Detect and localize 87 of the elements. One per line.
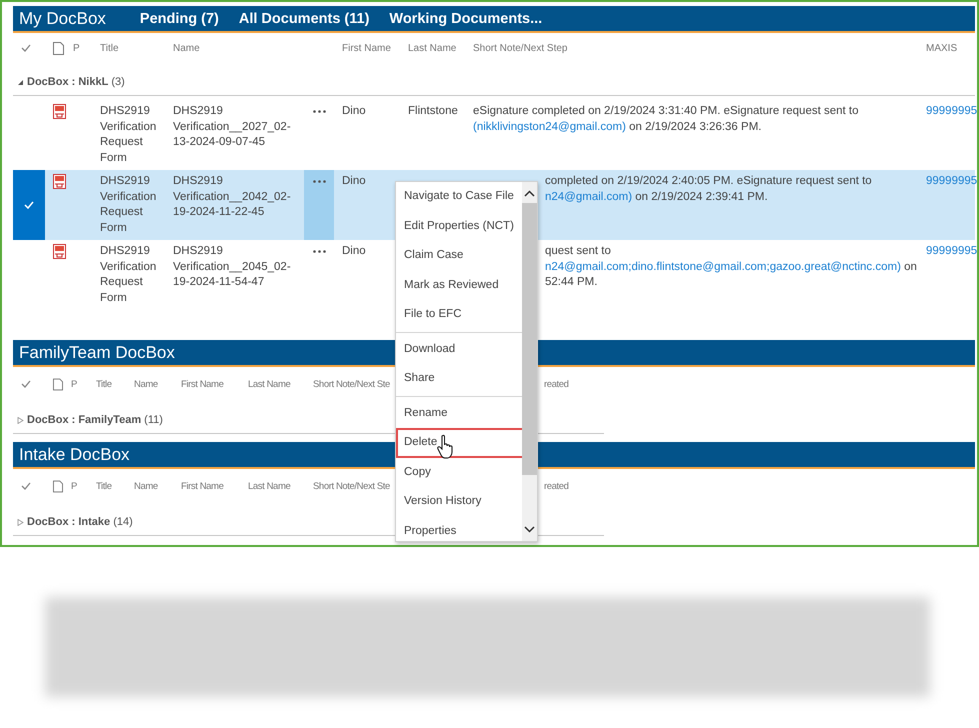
document-name[interactable]: DHS2919 Verification__2045_02-19-2024-11-54-47 [173, 244, 304, 290]
menu-item[interactable]: Mark as Reviewed [396, 270, 522, 300]
document-icon [53, 480, 63, 492]
section-title: Intake DocBox [19, 444, 130, 464]
menu-item[interactable]: Claim Case [396, 241, 522, 270]
view-link[interactable]: Pending (7) [140, 10, 219, 26]
menu-item[interactable]: Copy [396, 458, 522, 487]
column-header[interactable]: Title [96, 378, 112, 390]
menu-item[interactable]: Navigate to Case File [396, 182, 522, 212]
note-text: quest sent to [545, 245, 611, 257]
first-name: Dino [342, 174, 367, 189]
scroll-up-icon[interactable] [524, 190, 535, 197]
note-text: on [903, 260, 917, 272]
column-header[interactable]: P [73, 42, 80, 54]
menu-item[interactable]: Rename [396, 398, 522, 428]
column-header[interactable]: Last Name [408, 42, 456, 54]
more-options-button[interactable] [304, 170, 334, 240]
menu-item[interactable]: Properties [396, 516, 522, 546]
maxis-link[interactable]: 99999995 [926, 245, 978, 257]
email-link[interactable]: (nikklivingston24@gmail.com) [473, 120, 626, 132]
column-header[interactable]: Title [96, 480, 112, 492]
document-icon [53, 42, 64, 54]
view-link[interactable]: All Documents (11) [238, 10, 370, 26]
menu-item[interactable]: Edit Properties (NCT) [396, 212, 522, 241]
checkmark-icon [21, 380, 31, 388]
email-link[interactable]: n24@gmail.com;dino.flintstone@gmail.com;gazoo.great@nctinc.com) [545, 260, 901, 272]
email-link[interactable]: n24@gmail.com) [545, 190, 632, 202]
group-heading[interactable]: DocBox : FamilyTeam (11) [27, 414, 163, 426]
collapsed-triangle-icon[interactable] [17, 518, 24, 526]
column-header[interactable]: First Name [342, 42, 391, 54]
document-title: DHS2919 Verification Request Form [100, 174, 158, 236]
pdf-file-icon [53, 244, 66, 259]
column-header[interactable]: Name [134, 378, 158, 390]
last-name: Flintstone [408, 104, 459, 119]
menu-item[interactable]: File to EFC [396, 300, 522, 330]
maxis-link[interactable]: 99999995 [926, 105, 978, 117]
scrollbar[interactable] [522, 182, 537, 541]
group-heading[interactable]: DocBox : NikkL (3) [27, 76, 125, 88]
menu-item[interactable]: Version History [396, 487, 522, 516]
note-text: on 2/19/2024 2:39:41 PM. [634, 190, 768, 202]
column-header[interactable]: First Name [181, 378, 224, 390]
column-header[interactable]: P [71, 378, 77, 390]
column-header[interactable]: Last Name [248, 378, 290, 390]
column-header[interactable]: Name [173, 42, 200, 54]
column-header[interactable]: reated [544, 480, 569, 492]
column-header[interactable]: First Name [181, 480, 224, 492]
expanded-triangle-icon[interactable] [17, 78, 24, 86]
column-header[interactable]: MAXIS [926, 42, 958, 54]
pdf-file-icon [53, 104, 66, 119]
menu-item[interactable]: Share [396, 364, 522, 394]
row-selector[interactable] [13, 170, 45, 240]
note-text: on 2/19/2024 3:26:36 PM. [628, 120, 762, 132]
column-header[interactable]: Short Note/Next Ste [313, 378, 390, 390]
collapsed-triangle-icon[interactable] [17, 416, 24, 424]
document-name[interactable]: DHS2919 Verification__2027_02-13-2024-09-07-45 [173, 104, 304, 150]
note-text: completed on 2/19/2024 2:40:05 PM. eSignature request sent to [545, 175, 872, 187]
document-title: DHS2919 Verification Request Form [100, 244, 158, 306]
column-header[interactable]: Short Note/Next Step [473, 42, 568, 54]
view-link[interactable]: Working Documents... [389, 10, 542, 26]
document-icon [53, 378, 63, 390]
column-header[interactable]: Short Note/Next Ste [313, 480, 390, 492]
hand-cursor-icon [437, 434, 455, 460]
section-title: FamilyTeam DocBox [19, 342, 175, 362]
first-name: Dino [342, 244, 367, 259]
checkmark-icon [21, 44, 31, 52]
document-name[interactable]: DHS2919 Verification__2042_02-19-2024-11-22-45 [173, 174, 304, 220]
note-text: eSignature completed on 2/19/2024 3:31:40 PM. eSignature request sent to [473, 105, 859, 117]
maxis-link[interactable]: 99999995 [926, 175, 978, 187]
column-header[interactable]: reated [544, 378, 569, 390]
more-icon [312, 180, 326, 183]
column-header[interactable]: Name [134, 480, 158, 492]
column-header[interactable]: Last Name [248, 480, 290, 492]
group-heading[interactable]: DocBox : Intake (14) [27, 516, 133, 528]
column-header[interactable]: Title [100, 42, 119, 54]
more-icon [312, 250, 326, 253]
section-title: My DocBox [19, 8, 106, 28]
more-icon [312, 110, 326, 113]
first-name: Dino [342, 104, 367, 119]
checkmark-icon [24, 201, 34, 209]
pdf-file-icon [53, 174, 66, 189]
menu-item[interactable]: Download [396, 334, 522, 364]
document-title: DHS2919 Verification Request Form [100, 104, 158, 166]
scroll-down-icon[interactable] [524, 526, 535, 533]
note-text: 52:44 PM. [545, 276, 598, 288]
checkmark-icon [21, 482, 31, 490]
column-header[interactable]: P [71, 480, 77, 492]
scrollbar-thumb[interactable] [522, 203, 537, 475]
